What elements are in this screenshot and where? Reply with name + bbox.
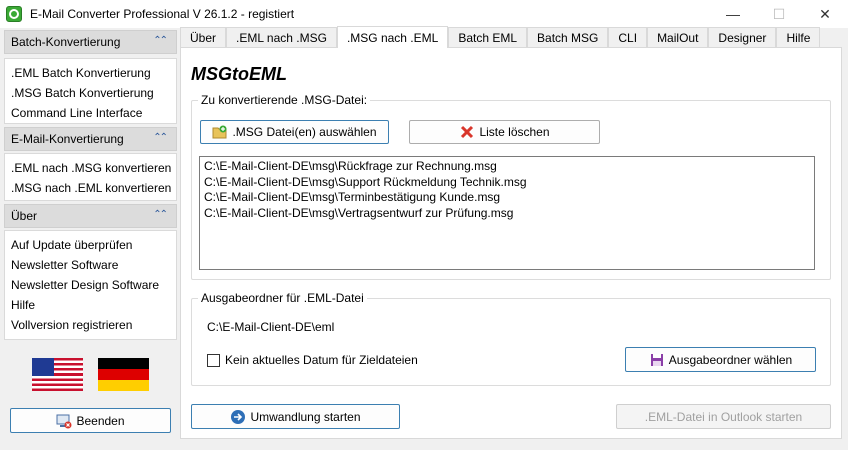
list-item[interactable]: C:\E-Mail-Client-DE\msg\Vertragsentwurf … <box>204 206 810 222</box>
tab-about[interactable]: Über <box>180 27 227 47</box>
tab-eml-to-msg[interactable]: .EML nach .MSG <box>226 27 337 47</box>
sidebar-item-eml-batch[interactable]: .EML Batch Konvertierung <box>11 63 176 83</box>
save-icon <box>649 352 665 368</box>
title-bar: E-Mail Converter Professional V 26.1.2 -… <box>0 0 848 28</box>
section-header-batch[interactable]: Batch-Konvertierung ⌃⌃ <box>4 30 177 54</box>
start-conversion-button[interactable]: Umwandlung starten <box>191 404 400 429</box>
tab-bar: Über .EML nach .MSG .MSG nach .EML Batch… <box>180 26 821 48</box>
choose-output-label: Ausgabeordner wählen <box>668 352 793 367</box>
no-date-label: Kein aktuelles Datum für Zieldateien <box>225 353 418 367</box>
exit-button-label: Beenden <box>76 413 125 428</box>
collapse-chevron-icon[interactable]: ⌃⌃ <box>153 209 168 220</box>
exit-icon <box>56 413 72 429</box>
main-panel: MSGtoEML Zu konvertierende .MSG-Datei: .… <box>180 47 842 439</box>
open-in-outlook-button[interactable]: .EML-Datei in Outlook starten <box>616 404 831 429</box>
exit-button[interactable]: Beenden <box>10 408 171 433</box>
window-controls: — ☐ ✕ <box>710 0 848 28</box>
msg-file-list[interactable]: C:\E-Mail-Client-DE\msg\Rückfrage zur Re… <box>199 156 815 270</box>
tab-cli[interactable]: CLI <box>608 27 648 47</box>
tab-batch-eml[interactable]: Batch EML <box>448 27 528 47</box>
tab-help[interactable]: Hilfe <box>776 27 821 47</box>
tab-msg-to-eml[interactable]: .MSG nach .EML <box>336 26 449 48</box>
sidebar: Batch-Konvertierung ⌃⌃ .EML Batch Konver… <box>2 28 177 450</box>
close-button[interactable]: ✕ <box>802 0 848 28</box>
section-body-batch: .EML Batch Konvertierung .MSG Batch Konv… <box>4 58 177 124</box>
section-body-email: .EML nach .MSG konvertieren .MSG nach .E… <box>4 153 177 201</box>
sidebar-item-msg-to-eml[interactable]: .MSG nach .EML konvertieren <box>11 178 176 198</box>
us-flag-icon[interactable] <box>32 358 83 391</box>
sidebar-item-msg-batch[interactable]: .MSG Batch Konvertierung <box>11 83 176 103</box>
german-flag-icon[interactable] <box>98 358 149 391</box>
sidebar-item-newsletter-design[interactable]: Newsletter Design Software <box>11 275 176 295</box>
no-date-option[interactable]: Kein aktuelles Datum für Zieldateien <box>207 353 418 367</box>
section-header-about[interactable]: Über ⌃⌃ <box>4 204 177 228</box>
choose-output-folder-button[interactable]: Ausgabeordner wählen <box>625 347 816 372</box>
sidebar-item-update[interactable]: Auf Update überprüfen <box>11 235 176 255</box>
clear-list-button[interactable]: Liste löschen <box>409 120 600 144</box>
sidebar-item-cli[interactable]: Command Line Interface <box>11 103 176 123</box>
open-in-outlook-label: .EML-Datei in Outlook starten <box>644 409 803 424</box>
section-header-email[interactable]: E-Mail-Konvertierung ⌃⌃ <box>4 127 177 151</box>
tab-designer[interactable]: Designer <box>708 27 777 47</box>
arrow-right-icon <box>230 409 246 425</box>
window-title: E-Mail Converter Professional V 26.1.2 -… <box>30 7 295 21</box>
list-item[interactable]: C:\E-Mail-Client-DE\msg\Terminbestätigun… <box>204 190 810 206</box>
list-item[interactable]: C:\E-Mail-Client-DE\msg\Rückfrage zur Re… <box>204 159 810 175</box>
collapse-chevron-icon[interactable]: ⌃⌃ <box>153 35 168 46</box>
select-files-label: .MSG Datei(en) auswählen <box>232 125 377 139</box>
minimize-button[interactable]: — <box>710 0 756 28</box>
output-group: Ausgabeordner für .EML-Datei <box>191 291 831 386</box>
clear-list-label: Liste löschen <box>479 125 550 139</box>
section-body-about: Auf Update überprüfen Newsletter Softwar… <box>4 230 177 340</box>
sidebar-item-newsletter[interactable]: Newsletter Software <box>11 255 176 275</box>
section-title: Über <box>11 209 38 223</box>
select-msg-files-button[interactable]: .MSG Datei(en) auswählen <box>200 120 389 144</box>
no-date-checkbox[interactable] <box>207 353 220 367</box>
section-title: E-Mail-Konvertierung <box>11 132 124 146</box>
section-title: Batch-Konvertierung <box>11 35 121 49</box>
folder-add-icon <box>212 124 228 140</box>
sidebar-item-register[interactable]: Vollversion registrieren <box>11 315 176 335</box>
start-conversion-label: Umwandlung starten <box>250 409 361 424</box>
tab-batch-msg[interactable]: Batch MSG <box>527 27 609 47</box>
tab-mailout[interactable]: MailOut <box>647 27 709 47</box>
collapse-chevron-icon[interactable]: ⌃⌃ <box>153 132 168 143</box>
page-title: MSGtoEML <box>191 64 287 84</box>
list-item[interactable]: C:\E-Mail-Client-DE\msg\Support Rückmeld… <box>204 175 810 191</box>
input-group-label: Zu konvertierende .MSG-Datei: <box>198 93 371 107</box>
sidebar-item-eml-to-msg[interactable]: .EML nach .MSG konvertieren <box>11 158 176 178</box>
app-icon <box>6 6 22 22</box>
sidebar-item-help[interactable]: Hilfe <box>11 295 176 315</box>
output-path: C:\E-Mail-Client-DE\eml <box>207 320 335 334</box>
delete-icon <box>459 124 475 140</box>
maximize-button[interactable]: ☐ <box>756 0 802 28</box>
output-group-label: Ausgabeordner für .EML-Datei <box>198 291 367 305</box>
